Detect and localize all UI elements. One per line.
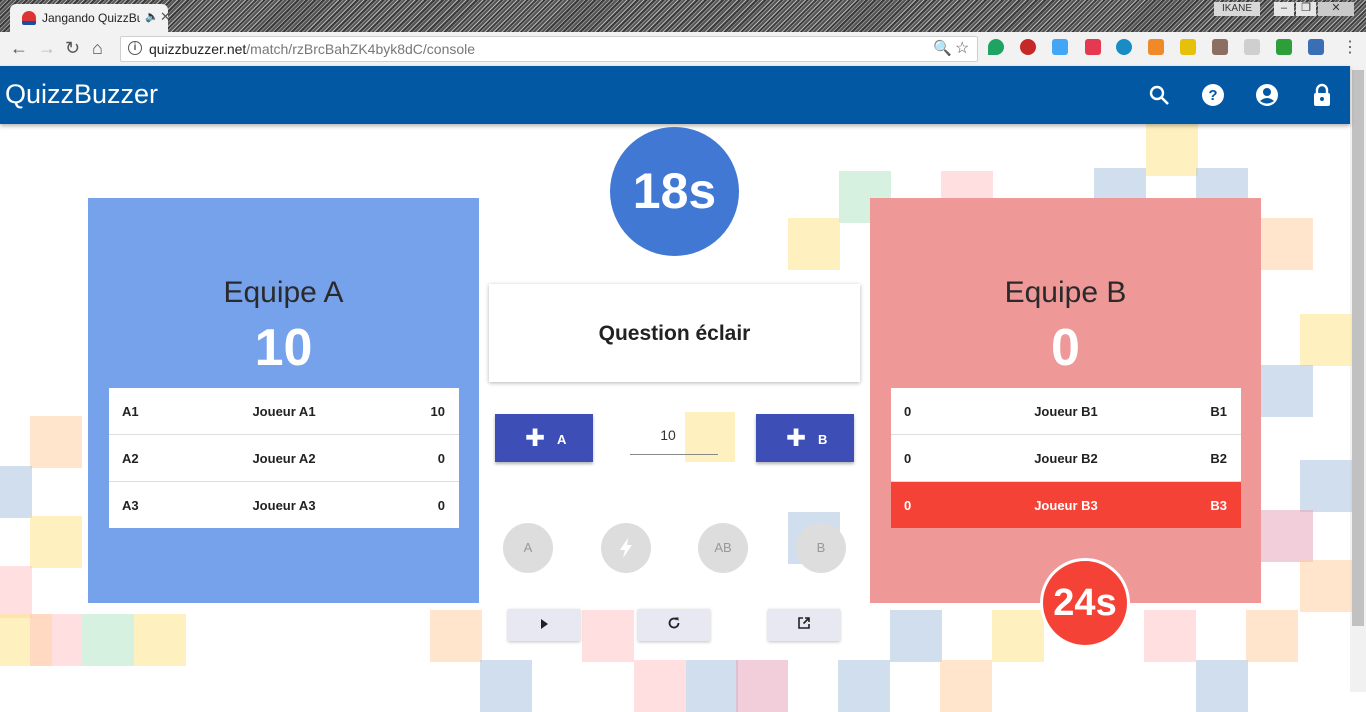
back-icon[interactable]: ← — [10, 38, 28, 59]
browser-menu-icon[interactable]: ⋮ — [1342, 37, 1358, 57]
player-name: Joueur B2 — [1034, 451, 1098, 466]
refresh-icon — [668, 617, 680, 629]
plus-icon: ✚ — [786, 425, 807, 452]
team-b-panel: Equipe B 0 0 Joueur B1 B1 0 Joueur B2 B2… — [870, 198, 1261, 603]
table-row-active[interactable]: 0 Joueur B3 B3 — [891, 482, 1241, 528]
minimize-icon[interactable]: – — [1274, 2, 1294, 16]
cloud-extension-icon[interactable] — [1052, 39, 1068, 55]
checkmark-extension-icon[interactable] — [1276, 39, 1292, 55]
table-row[interactable]: 0 Joueur B1 B1 — [891, 388, 1241, 435]
player-name: Joueur B3 — [1034, 498, 1098, 513]
main-timer: 18s — [610, 127, 739, 256]
points-input[interactable]: 10 — [630, 414, 718, 455]
player-name: Joueur A1 — [252, 404, 316, 419]
add-points-team-a-label: A — [557, 432, 567, 447]
open-external-button[interactable] — [768, 609, 840, 641]
table-row[interactable]: A3 Joueur A3 0 — [109, 482, 459, 528]
tab-close-icon[interactable]: ✕ — [160, 9, 171, 25]
add-points-team-a-button[interactable]: ✚ A — [495, 414, 593, 462]
gitlab-extension-icon[interactable] — [1148, 39, 1164, 55]
page-scrollbar[interactable] — [1350, 66, 1366, 692]
info-icon[interactable]: i — [128, 41, 142, 55]
adblock-icon[interactable] — [1020, 39, 1036, 55]
lock-icon[interactable] — [1310, 83, 1334, 107]
reload-icon[interactable]: ↻ — [65, 38, 80, 59]
forward-icon[interactable]: → — [38, 38, 56, 59]
player-id: B3 — [1210, 498, 1227, 513]
player-name: Joueur B1 — [1034, 404, 1098, 419]
maximize-icon[interactable]: ❐ — [1296, 2, 1316, 16]
question-card: Question éclair — [489, 284, 860, 382]
lightning-icon — [620, 538, 632, 558]
points-value[interactable]: 10 — [630, 427, 706, 443]
team-a-name: Equipe A — [223, 276, 344, 309]
team-b-player-table: 0 Joueur B1 B1 0 Joueur B2 B2 0 Joueur B… — [891, 388, 1241, 528]
mode-b-button[interactable]: B — [796, 523, 846, 573]
address-bar[interactable]: i quizzbuzzer.net/match/rzBrcBahZK4byk8d… — [120, 36, 978, 62]
team-b-answer-timer: 24s — [1040, 558, 1130, 648]
add-points-team-b-button[interactable]: ✚ B — [756, 414, 854, 462]
open-external-icon — [798, 617, 810, 629]
player-score: 10 — [430, 404, 445, 419]
player-id: B2 — [1210, 451, 1227, 466]
mode-a-button[interactable]: A — [503, 523, 553, 573]
url-text[interactable]: quizzbuzzer.net/match/rzBrcBahZK4byk8dC/… — [149, 41, 475, 57]
bookmark-star-icon[interactable]: ☆ — [955, 38, 969, 58]
tab-title: Jangando QuizzBuzzer — [42, 11, 140, 25]
plus-icon: ✚ — [525, 425, 546, 452]
table-row[interactable]: 0 Joueur B2 B2 — [891, 435, 1241, 482]
chat-extension-icon[interactable] — [1244, 39, 1260, 55]
team-a-score: 10 — [254, 319, 313, 377]
scrollbar-thumb[interactable] — [1352, 70, 1364, 626]
app-bar: QuizzBuzzer ? — [0, 66, 1350, 124]
add-points-team-b-label: B — [818, 432, 828, 447]
player-name: Joueur A2 — [252, 451, 316, 466]
app-title[interactable]: QuizzBuzzer — [5, 79, 158, 110]
reset-button[interactable] — [638, 609, 710, 641]
browser-tabstrip: Jangando QuizzBuzzer 🔈 ✕ IKANE – ❐ ✕ — [0, 0, 1366, 32]
player-id: B1 — [1210, 404, 1227, 419]
help-icon[interactable]: ? — [1201, 83, 1225, 107]
eye-extension-icon[interactable] — [1116, 39, 1132, 55]
window-user-badge[interactable]: IKANE — [1214, 2, 1260, 16]
play-button[interactable] — [508, 609, 580, 641]
audio-icon[interactable]: 🔈 — [145, 10, 159, 23]
search-icon[interactable] — [1147, 83, 1171, 107]
mode-flash-button[interactable] — [601, 523, 651, 573]
eyedropper-extension-icon[interactable] — [1212, 39, 1228, 55]
window-close-icon[interactable]: ✕ — [1318, 2, 1354, 16]
table-row[interactable]: A1 Joueur A1 10 — [109, 388, 459, 435]
player-name: Joueur A3 — [252, 498, 316, 513]
table-row[interactable]: A2 Joueur A2 0 — [109, 435, 459, 482]
team-a-player-table: A1 Joueur A1 10 A2 Joueur A2 0 A3 Joueur… — [109, 388, 459, 528]
extension-green-icon[interactable] — [988, 39, 1004, 55]
team-b-score: 0 — [1051, 319, 1080, 377]
player-score: 0 — [437, 498, 445, 513]
s-extension-icon[interactable] — [1308, 39, 1324, 55]
play-icon — [541, 619, 548, 629]
notes-extension-icon[interactable] — [1180, 39, 1196, 55]
account-icon[interactable] — [1255, 83, 1279, 107]
mode-ab-button[interactable]: AB — [698, 523, 748, 573]
screen-record-extension-icon[interactable] — [1085, 39, 1101, 55]
question-label: Question éclair — [598, 322, 751, 345]
player-score: 0 — [437, 451, 445, 466]
svg-text:?: ? — [1208, 87, 1217, 104]
browser-tab[interactable]: Jangando QuizzBuzzer 🔈 ✕ — [10, 4, 171, 32]
home-icon[interactable]: ⌂ — [92, 38, 103, 59]
team-a-panel: Equipe A 10 A1 Joueur A1 10 A2 Joueur A2… — [88, 198, 479, 603]
zoom-icon[interactable]: 🔍 — [933, 39, 952, 57]
team-b-name: Equipe B — [1004, 276, 1127, 309]
favicon-icon — [22, 11, 36, 25]
